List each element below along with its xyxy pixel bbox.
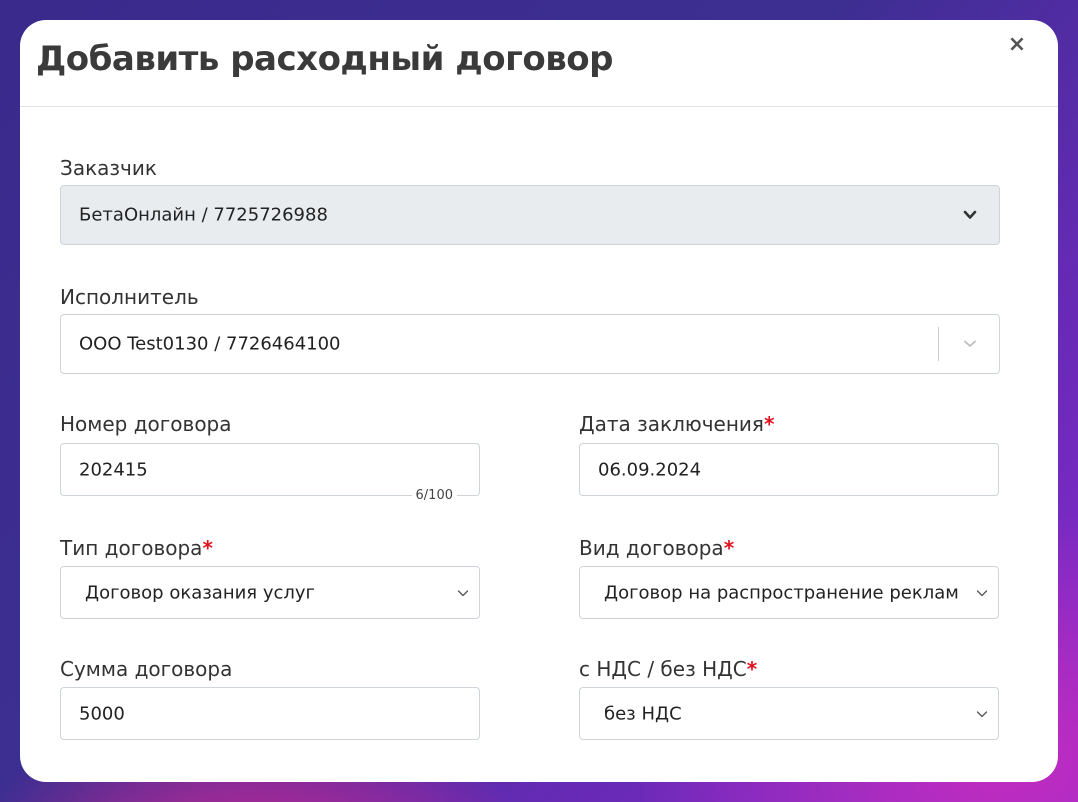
contract-sum-label: Сумма договора (60, 657, 233, 681)
chevron-down-icon (963, 210, 977, 219)
chevron-down-icon (964, 340, 976, 347)
modal-title: Добавить расходный договор (36, 39, 613, 79)
char-counter: 6/100 (411, 488, 457, 504)
contractor-value: ООО Test0130 / 7726464100 (79, 333, 341, 355)
contractor-label: Исполнитель (60, 285, 199, 309)
contract-date-value: 06.09.2024 (598, 459, 702, 480)
modal-header: Добавить расходный договор × (20, 20, 1058, 107)
close-icon[interactable]: × (1006, 34, 1028, 56)
vat-label: с НДС / без НДС* (579, 657, 757, 681)
contract-sum-input[interactable]: 5000 (60, 687, 480, 740)
customer-select[interactable]: БетаОнлайн / 7725726988 (60, 185, 1000, 245)
contract-type-label-text: Тип договора (60, 536, 203, 560)
contract-date-label-text: Дата заключения (579, 412, 764, 436)
contract-date-input[interactable]: 06.09.2024 (579, 443, 999, 496)
contract-date-label: Дата заключения* (579, 412, 774, 436)
contract-number-label: Номер договора (60, 412, 232, 436)
required-mark: * (763, 412, 775, 436)
contract-type-select[interactable]: Договор оказания услуг (60, 566, 480, 619)
contract-type-label: Тип договора* (60, 536, 213, 560)
contract-type-value: Договор оказания услуг (85, 582, 316, 603)
chevron-down-icon (457, 589, 469, 596)
vat-value: без НДС (604, 703, 682, 724)
vat-select[interactable]: без НДС (579, 687, 999, 740)
contract-number-value: 202415 (79, 459, 148, 480)
required-mark: * (202, 536, 213, 560)
select-separator (938, 327, 939, 361)
contract-sum-value: 5000 (79, 703, 125, 724)
customer-value: БетаОнлайн / 7725726988 (79, 204, 328, 226)
required-mark: * (746, 657, 758, 681)
required-mark: * (723, 536, 735, 560)
contractor-select[interactable]: ООО Test0130 / 7726464100 (60, 314, 1000, 374)
contract-number-input[interactable]: 202415 6/100 (60, 443, 480, 504)
chevron-down-icon (976, 589, 988, 596)
contract-kind-label-text: Вид договора (579, 536, 724, 560)
add-contract-modal: Добавить расходный договор × Заказчик Бе… (20, 20, 1058, 782)
customer-label: Заказчик (60, 156, 157, 180)
contract-kind-value: Договор на распространение рекламы (604, 582, 958, 603)
contract-kind-label: Вид договора* (579, 536, 734, 560)
contract-kind-select[interactable]: Договор на распространение рекламы (579, 566, 999, 619)
chevron-down-icon (976, 710, 988, 717)
vat-label-text: с НДС / без НДС (579, 657, 747, 681)
